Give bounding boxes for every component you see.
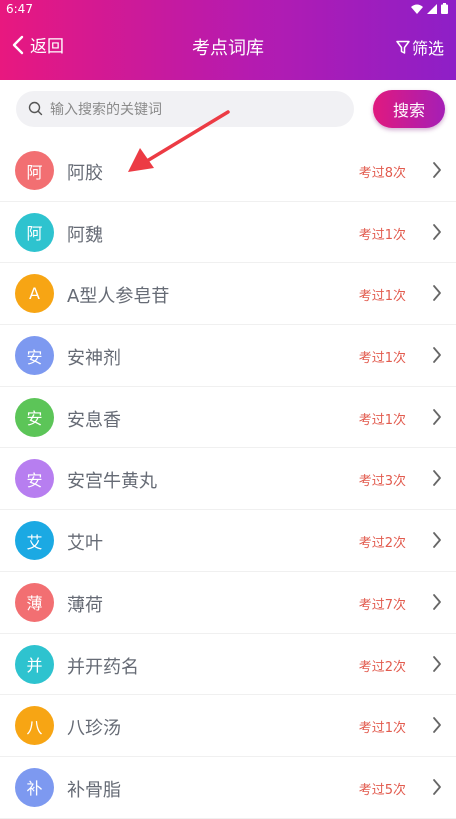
list-item[interactable]: 安安宫牛黄丸 考过3次 — [0, 448, 456, 511]
app-header: 6:47 返回 考点词库 筛选 — [0, 0, 456, 80]
avatar: 阿 — [15, 151, 54, 190]
exam-count: 考过1次 — [358, 289, 406, 305]
exam-count: 考过2次 — [358, 536, 406, 552]
list-item[interactable]: 薄薄荷 考过7次 — [0, 572, 456, 634]
item-name: 补骨脂 — [67, 779, 121, 801]
search-box — [16, 91, 354, 129]
signal-icon — [427, 3, 437, 14]
status-icons — [411, 3, 448, 14]
chevron-right-icon — [433, 532, 441, 549]
item-name: 阿胶 — [67, 163, 103, 184]
chevron-right-icon — [433, 593, 441, 610]
avatar: 补 — [15, 767, 54, 807]
search-icon — [28, 101, 43, 116]
exam-count: 考过8次 — [358, 166, 406, 181]
exam-count: 考过3次 — [358, 474, 406, 490]
page-title: 考点词库 — [192, 38, 264, 59]
chevron-right-icon — [433, 285, 441, 302]
search-row: 搜索 — [0, 80, 456, 140]
list-item[interactable]: 安安息香 考过1次 — [0, 387, 456, 449]
avatar: 安 — [15, 459, 54, 499]
avatar: 八 — [15, 706, 54, 746]
item-name: 八珍汤 — [67, 718, 121, 740]
avatar: 安 — [15, 397, 54, 437]
avatar: 艾 — [15, 521, 54, 561]
battery-icon — [441, 3, 448, 14]
nav-bar: 返回 考点词库 筛选 — [0, 18, 456, 76]
chevron-right-icon — [433, 408, 441, 425]
chevron-right-icon — [433, 655, 441, 672]
list-item[interactable]: 安安神剂 考过1次 — [0, 325, 456, 387]
avatar: A — [15, 274, 54, 314]
chevron-right-icon — [433, 347, 441, 363]
filter-icon — [396, 40, 410, 54]
exam-count: 考过1次 — [358, 721, 406, 737]
search-button[interactable]: 搜索 — [373, 90, 445, 128]
item-name: A型人参皂苷 — [67, 286, 170, 308]
avatar: 安 — [15, 336, 54, 376]
filter-button[interactable]: 筛选 — [396, 35, 444, 59]
exam-count: 考过7次 — [358, 597, 406, 613]
item-name: 薄荷 — [67, 594, 103, 616]
item-name: 安息香 — [67, 409, 121, 431]
avatar: 薄 — [15, 582, 54, 622]
list-item[interactable]: 并并开药名 考过2次 — [0, 634, 456, 696]
chevron-right-icon — [433, 223, 441, 240]
exam-count: 考过1次 — [358, 227, 406, 243]
chevron-right-icon — [433, 778, 441, 795]
status-bar: 6:47 — [0, 0, 456, 18]
list-item[interactable]: A A型人参皂苷 考过1次 — [0, 263, 456, 326]
list-item[interactable]: 阿阿胶 考过8次 — [0, 140, 456, 202]
status-time: 6:47 — [6, 2, 33, 16]
item-name: 安神剂 — [67, 348, 121, 370]
term-list: 阿阿胶 考过8次阿阿魏 考过1次 A A型人参皂苷 考过1次安安神剂 考过1次安安息香 考过1… — [0, 140, 456, 819]
item-name: 艾叶 — [67, 533, 103, 555]
chevron-right-icon — [433, 162, 441, 178]
list-item[interactable]: 补补骨脂 考过5次 — [0, 757, 456, 819]
search-input[interactable] — [48, 91, 348, 129]
exam-count: 考过1次 — [358, 412, 406, 428]
list-item[interactable]: 阿阿魏 考过1次 — [0, 202, 456, 264]
exam-count: 考过5次 — [358, 782, 406, 798]
item-name: 安宫牛黄丸 — [67, 471, 157, 493]
item-name: 阿魏 — [67, 224, 103, 246]
exam-count: 考过1次 — [358, 351, 406, 367]
item-name: 并开药名 — [67, 656, 139, 678]
list-item[interactable]: 八八珍汤 考过1次 — [0, 695, 456, 757]
exam-count: 考过2次 — [358, 659, 406, 675]
filter-label: 筛选 — [411, 39, 444, 58]
avatar: 并 — [15, 644, 54, 684]
wifi-icon — [411, 4, 423, 14]
chevron-right-icon — [433, 717, 441, 734]
list-item[interactable]: 艾艾叶 考过2次 — [0, 510, 456, 572]
avatar: 阿 — [15, 212, 54, 252]
chevron-right-icon — [433, 470, 441, 487]
